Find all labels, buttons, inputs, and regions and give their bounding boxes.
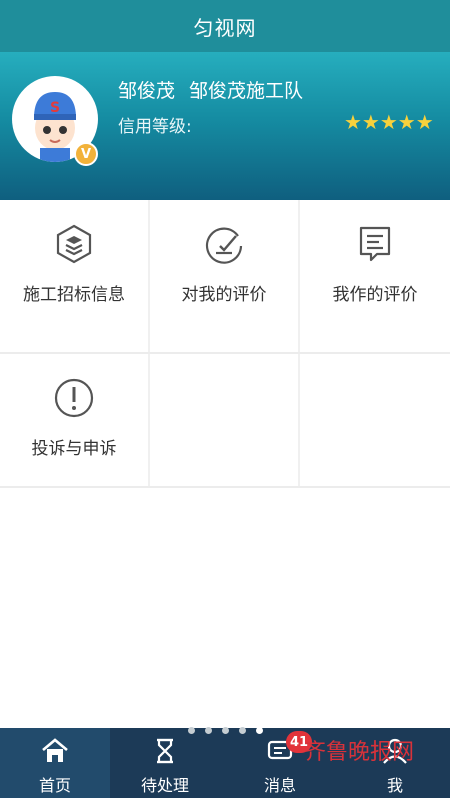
menu-item-my-ratings[interactable]: 我作的评价 xyxy=(300,200,450,352)
page-dot-active[interactable] xyxy=(255,727,263,734)
user-name-line: 邹俊茂 邹俊茂施工队 xyxy=(118,76,303,103)
exclamation-circle-icon xyxy=(52,376,96,420)
svg-text:S: S xyxy=(50,100,60,116)
credit-label: 信用等级: xyxy=(118,117,192,137)
layers-hex-icon xyxy=(52,222,96,266)
tab-home[interactable]: 首页 xyxy=(0,728,110,798)
tab-label: 首页 xyxy=(38,776,71,795)
hourglass-icon xyxy=(150,736,180,766)
tab-label: 消息 xyxy=(263,776,296,795)
menu-row: 施工招标信息 对我的评价 我作的评价 xyxy=(0,200,450,354)
menu-item-complaints[interactable]: 投诉与申诉 xyxy=(0,354,150,486)
menu-item-empty xyxy=(300,354,450,486)
menu-item-ratings-of-me[interactable]: 对我的评价 xyxy=(150,200,300,352)
credit-stars: ★★★★★ xyxy=(344,110,434,134)
comment-doc-icon xyxy=(353,222,397,266)
title-bar: 匀视网 xyxy=(0,0,450,52)
page-dot[interactable] xyxy=(238,727,246,734)
app-title: 匀视网 xyxy=(193,15,257,40)
watermark: 齐鲁晚报网 xyxy=(304,740,415,765)
menu-item-bidding-info[interactable]: 施工招标信息 xyxy=(0,200,150,352)
menu-grid: 施工招标信息 对我的评价 我作的评价 投诉与申诉 xyxy=(0,200,450,488)
menu-row: 投诉与申诉 xyxy=(0,354,450,488)
home-icon xyxy=(40,736,70,766)
verified-badge: V xyxy=(74,142,98,166)
menu-item-label: 对我的评价 xyxy=(181,285,267,305)
tab-pending[interactable]: 待处理 xyxy=(110,728,220,798)
menu-item-label: 我作的评价 xyxy=(332,285,418,305)
page-indicator xyxy=(0,727,450,734)
page-dot[interactable] xyxy=(204,727,212,734)
tab-label: 待处理 xyxy=(140,776,189,795)
menu-item-label: 投诉与申诉 xyxy=(31,439,117,459)
user-name: 邹俊茂 xyxy=(118,80,176,102)
menu-item-empty xyxy=(150,354,300,486)
profile-header: S V 邹俊茂 邹俊茂施工队 信用等级: ★★★★★ xyxy=(0,52,450,200)
page-dot[interactable] xyxy=(221,727,229,734)
tab-label: 我 xyxy=(386,776,403,795)
edit-circle-icon xyxy=(202,222,246,266)
page-dot[interactable] xyxy=(187,727,195,734)
team-name: 邹俊茂施工队 xyxy=(189,80,304,102)
menu-item-label: 施工招标信息 xyxy=(23,285,125,305)
